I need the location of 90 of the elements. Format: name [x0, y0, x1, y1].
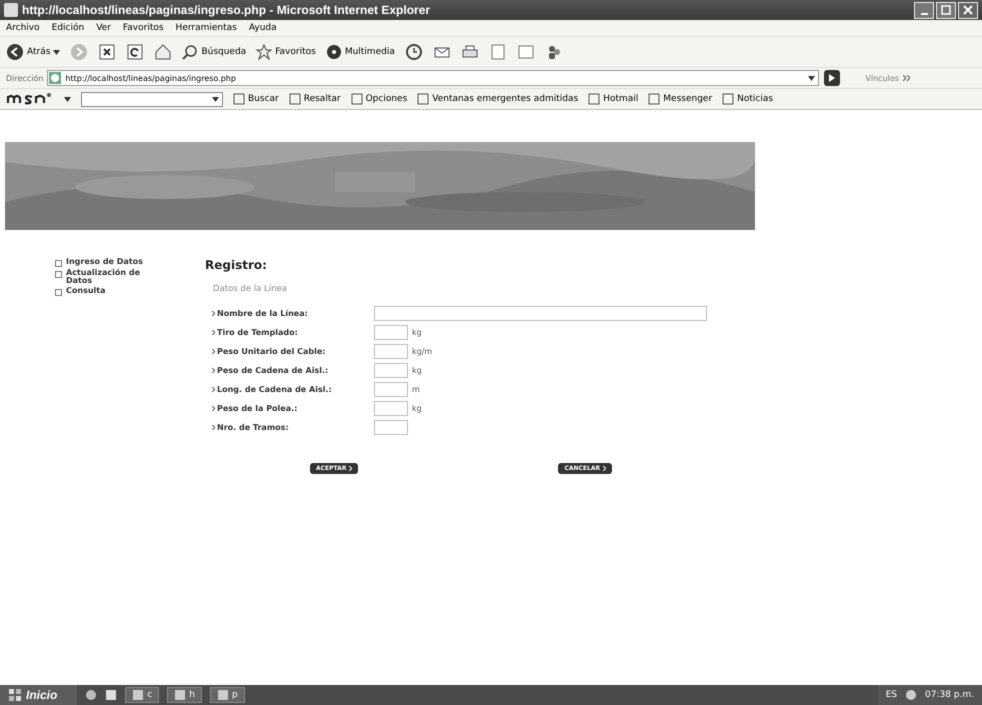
star-icon — [256, 44, 272, 60]
page-icon — [48, 71, 62, 85]
sidebar-link[interactable]: Ingreso de Datos — [55, 258, 165, 267]
field-label: Long. de Cadena de Aisl.: — [217, 385, 333, 394]
go-icon[interactable] — [823, 69, 842, 87]
toolbar-button[interactable]: Resaltar — [288, 93, 341, 105]
dropdown-arrow-icon[interactable] — [64, 96, 71, 102]
links-label[interactable]: Vínculos — [865, 74, 899, 82]
toolbar-button[interactable]: Buscar — [233, 93, 279, 105]
bullet-icon — [212, 330, 215, 335]
menu-item[interactable]: Edición — [52, 23, 84, 33]
msn-logo — [6, 90, 54, 108]
input-field[interactable] — [374, 363, 408, 378]
unit-label: kg — [412, 366, 422, 375]
home-icon[interactable] — [154, 43, 172, 61]
refresh-icon[interactable] — [126, 43, 144, 61]
menu-item[interactable]: Ayuda — [248, 23, 277, 33]
chevron-icon[interactable] — [902, 75, 910, 81]
search-icon — [182, 44, 198, 60]
taskbar-button[interactable]: h — [167, 687, 202, 703]
disc-icon — [326, 44, 342, 60]
search-field[interactable] — [81, 92, 223, 106]
maximize-icon — [941, 5, 951, 15]
field-label: Tiro de Templado: — [217, 328, 299, 337]
menu-item[interactable]: Favoritos — [122, 23, 164, 33]
toolbar-icon — [722, 93, 734, 105]
sidebar-link[interactable]: Consulta — [55, 287, 165, 296]
menu-item[interactable]: Archivo — [6, 23, 40, 33]
window-title: http://localhost/lineas/paginas/ingreso.php - Microsoft Internet Explorer — [22, 3, 432, 17]
unit-label: m — [412, 385, 420, 394]
menu-item[interactable]: Herramientas — [176, 23, 237, 33]
toolbar-icon — [233, 93, 245, 105]
chevron-icon — [349, 466, 352, 471]
favorites-button[interactable]: Favoritos — [256, 44, 316, 60]
input-field[interactable] — [374, 306, 707, 321]
toolbar-icon — [288, 93, 301, 105]
toolbar-button[interactable]: Opciones — [350, 93, 408, 105]
bullet-icon — [212, 387, 215, 392]
unit-label: kg — [412, 404, 422, 413]
form-title: Registro: — [205, 258, 268, 272]
field-label: Peso Unitario del Cable: — [217, 347, 326, 356]
input-field[interactable] — [374, 325, 408, 340]
bullet-icon — [212, 368, 215, 373]
bullet-icon — [212, 349, 215, 354]
address-field[interactable]: http://localhost/lineas/paginas/ingreso.php — [47, 70, 820, 86]
windows-flag-icon — [8, 688, 22, 702]
minimize-button[interactable] — [914, 2, 934, 18]
toolbar-button[interactable]: Ventanas emergentes admitidas — [417, 93, 578, 105]
bullet-icon — [212, 406, 215, 411]
field-label: Peso de Cadena de Aisl.: — [217, 366, 330, 375]
clock: 07:38 p.m. — [925, 690, 974, 700]
unit-label: kg — [412, 328, 422, 337]
sidebar-link[interactable]: Actualización de Datos — [55, 269, 165, 285]
taskbar-button[interactable]: c — [125, 687, 160, 703]
field-label: Peso de la Polea.: — [217, 404, 298, 413]
unit-label: kg/m — [412, 347, 432, 356]
start-button[interactable]: Inicio — [0, 685, 78, 705]
minimize-icon — [920, 12, 928, 14]
dropdown-arrow-icon[interactable] — [808, 76, 816, 80]
media-button[interactable]: Multimedia — [326, 44, 395, 60]
dropdown-arrow-icon[interactable] — [212, 96, 219, 102]
bullet-icon — [212, 425, 215, 430]
bullet-icon — [212, 311, 215, 316]
stop-icon[interactable] — [98, 43, 116, 61]
input-field[interactable] — [374, 401, 408, 416]
input-field[interactable] — [374, 420, 408, 435]
chevron-icon — [603, 466, 606, 471]
toolbar-icon — [648, 93, 660, 105]
toolbar-icon — [350, 93, 363, 105]
menu-item[interactable]: Ver — [96, 23, 111, 33]
toolbar-button[interactable]: Noticias — [722, 93, 774, 105]
field-label: Nombre de la Línea: — [217, 309, 309, 318]
maximize-button[interactable] — [936, 2, 956, 18]
toolbar-button[interactable]: Hotmail — [588, 93, 638, 105]
address-label: Dirección — [6, 74, 44, 82]
field-label: Nro. de Tramos: — [217, 423, 290, 432]
close-icon — [963, 5, 973, 15]
input-field[interactable] — [374, 344, 408, 359]
caret-icon — [53, 50, 60, 54]
section-title: Datos de la Línea — [213, 284, 288, 294]
back-button[interactable]: Atrás — [6, 43, 60, 61]
toolbar-icon — [417, 93, 430, 105]
toolbar-icon — [588, 93, 600, 105]
search-button[interactable]: Búsqueda — [182, 44, 246, 60]
language-indicator[interactable]: ES — [886, 690, 897, 700]
history-icon[interactable] — [404, 43, 423, 61]
close-button[interactable] — [958, 2, 978, 18]
toolbar-button[interactable]: Messenger — [648, 93, 712, 105]
input-field[interactable] — [374, 382, 408, 397]
taskbar-button[interactable]: p — [210, 687, 245, 703]
